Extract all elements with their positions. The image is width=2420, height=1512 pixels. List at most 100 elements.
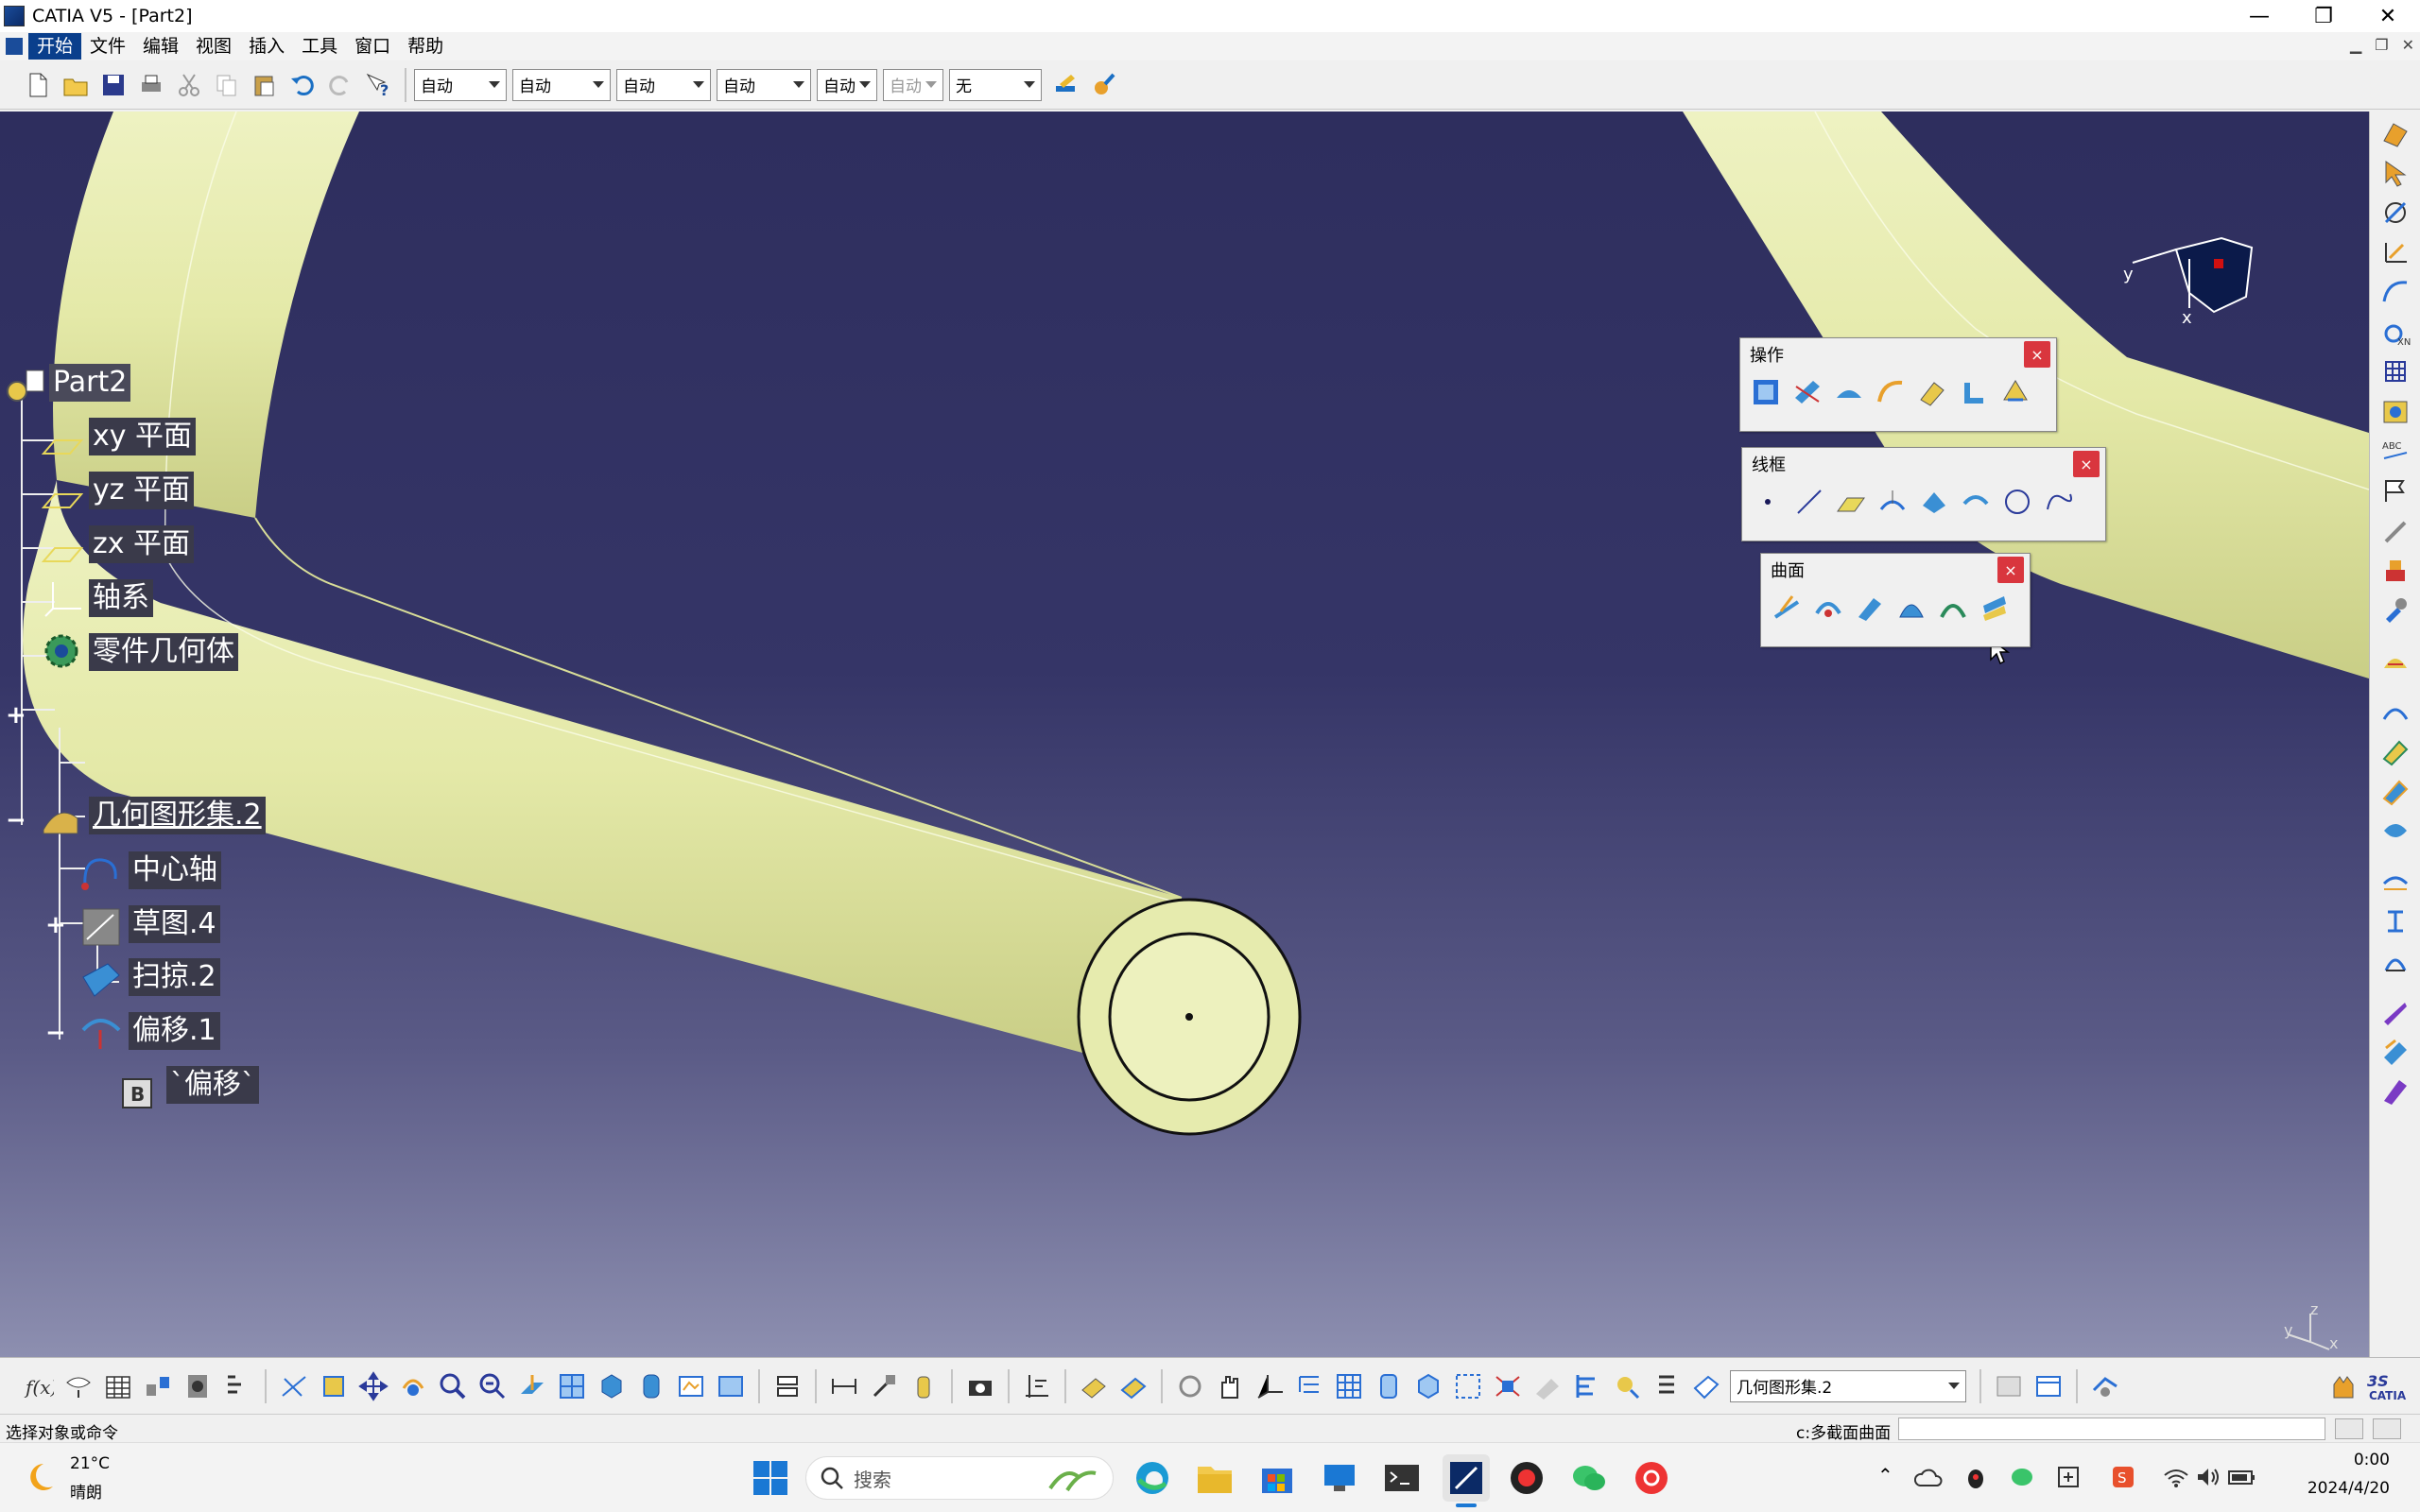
taskbar-search-box[interactable]: 搜索 — [805, 1456, 1114, 1500]
blend-icon[interactable] — [2375, 943, 2416, 979]
normal-view-icon[interactable] — [512, 1366, 552, 1407]
tree-item-center-axis[interactable]: 中心轴 — [129, 851, 221, 889]
part-root-icon[interactable] — [2, 365, 49, 408]
menu-tools[interactable]: 工具 — [293, 33, 346, 60]
remote-desktop-icon[interactable] — [1318, 1456, 1361, 1500]
design-table-icon[interactable] — [98, 1366, 138, 1407]
open-file-icon[interactable] — [57, 66, 95, 104]
spline-icon[interactable] — [2041, 484, 2077, 520]
measure-item-icon[interactable] — [864, 1366, 904, 1407]
cut-icon[interactable] — [170, 66, 208, 104]
sweep-surface-icon[interactable] — [1893, 590, 1929, 626]
input-method-icon[interactable] — [2053, 1462, 2083, 1492]
3d-viewport[interactable]: Part2 xy 平面 yz 平面 zx 平面 + 轴系 零件几何体 − 几何图… — [0, 112, 2369, 1357]
swap-visible-space-icon[interactable] — [711, 1366, 751, 1407]
wechat-icon[interactable] — [1567, 1456, 1611, 1500]
select-arrow-icon[interactable] — [2375, 155, 2416, 191]
terminal-icon[interactable] — [1380, 1456, 1424, 1500]
axis-tool-icon[interactable] — [1017, 1366, 1057, 1407]
multi-view-icon[interactable] — [552, 1366, 592, 1407]
boundary-icon[interactable] — [1873, 374, 1909, 410]
surface-toolbar-panel[interactable]: 曲面 × — [1760, 553, 2031, 647]
extrude-surface-icon[interactable] — [1769, 590, 1805, 626]
operation-toolbar-panel[interactable]: 操作 × — [1739, 337, 2057, 432]
menu-start[interactable]: 开始 — [28, 33, 82, 60]
expand-plus-icon[interactable]: + — [6, 701, 26, 730]
pan-icon[interactable] — [354, 1366, 393, 1407]
snap-icon[interactable] — [1170, 1366, 1210, 1407]
wifi-icon[interactable] — [2161, 1462, 2191, 1492]
status-dialog-icon[interactable] — [2373, 1418, 2401, 1439]
axis-system-tool-icon[interactable] — [2375, 234, 2416, 270]
surface-panel-close-button[interactable]: × — [1997, 557, 2024, 583]
surface-select-icon[interactable] — [1074, 1366, 1114, 1407]
catalog-browser-icon[interactable] — [178, 1366, 217, 1407]
split-icon[interactable] — [1789, 374, 1825, 410]
fit-all-in-icon[interactable] — [314, 1366, 354, 1407]
tree-item-part-body[interactable]: 零件几何体 — [89, 633, 238, 671]
tree-item-yz-plane[interactable]: yz 平面 — [89, 472, 195, 509]
catia-menu-logo-icon[interactable] — [6, 38, 23, 55]
transformation-icon[interactable] — [1997, 374, 2033, 410]
color-combo[interactable]: 自动 — [414, 68, 507, 101]
measure-inertia-icon[interactable] — [904, 1366, 943, 1407]
define-in-work-object-icon[interactable] — [1686, 1366, 1726, 1407]
paste-icon[interactable] — [246, 66, 284, 104]
advanced-surface-icon[interactable] — [2375, 1074, 2416, 1109]
analysis-icon[interactable] — [2375, 643, 2416, 679]
transparency-combo[interactable]: 自动 — [512, 68, 611, 101]
formula-icon[interactable]: f(x) — [19, 1366, 59, 1407]
offset-surface-icon[interactable] — [1852, 590, 1888, 626]
projection-icon[interactable] — [1875, 484, 1910, 520]
fill-surface-icon[interactable] — [1935, 590, 1971, 626]
plane-icon[interactable] — [1833, 484, 1869, 520]
tree-item-offset-1[interactable]: 偏移.1 — [129, 1012, 220, 1050]
copy-icon[interactable] — [208, 66, 246, 104]
redo-icon[interactable] — [321, 66, 359, 104]
volume-icon[interactable] — [2193, 1462, 2223, 1492]
parameters-icon[interactable] — [1647, 1366, 1686, 1407]
intersection-icon[interactable] — [1916, 484, 1952, 520]
flag-note-icon[interactable] — [2375, 472, 2416, 508]
clock-date[interactable]: 2024/4/20 — [2282, 1479, 2390, 1498]
knowledge-icon[interactable] — [2375, 592, 2416, 627]
tree-root-part2[interactable]: Part2 — [49, 364, 131, 402]
format-painter-icon[interactable] — [1047, 66, 1085, 104]
tree-item-sweep-2[interactable]: 扫掠.2 — [129, 958, 220, 996]
grid-tool-icon[interactable] — [2375, 353, 2416, 389]
multi-sections-surface-icon[interactable] — [1977, 590, 2013, 626]
doc-close-icon[interactable]: ✕ — [2402, 36, 2414, 54]
curvature-analysis-icon[interactable] — [2375, 773, 2416, 809]
layer-combo[interactable]: 无 — [949, 68, 1042, 101]
measure-icon[interactable] — [2375, 512, 2416, 548]
capture-camera-icon[interactable] — [960, 1366, 1000, 1407]
reorder-icon[interactable] — [217, 1366, 257, 1407]
fly-mode-icon[interactable] — [274, 1366, 314, 1407]
draft-analysis-icon[interactable] — [2375, 733, 2416, 769]
undo-icon[interactable] — [284, 66, 321, 104]
microsoft-store-icon[interactable] — [1255, 1456, 1299, 1500]
dress-up-icon[interactable] — [2375, 994, 2416, 1030]
surface-analysis-icon[interactable] — [2375, 694, 2416, 730]
extract-icon[interactable] — [1914, 374, 1950, 410]
menu-window[interactable]: 窗口 — [346, 33, 399, 60]
workbench-icon[interactable] — [2375, 115, 2416, 151]
selection-trap-icon[interactable] — [2085, 1366, 2125, 1407]
whats-this-help-icon[interactable]: ? — [359, 66, 397, 104]
catalog-icon[interactable] — [2375, 393, 2416, 429]
collapse-minus-icon[interactable]: − — [45, 1019, 66, 1047]
status-toggle-icon[interactable] — [2335, 1418, 2363, 1439]
collapse-minus-icon[interactable]: − — [6, 806, 26, 834]
connect-checker-icon[interactable] — [2375, 813, 2416, 849]
hide-show-icon[interactable] — [671, 1366, 711, 1407]
new-file-icon[interactable] — [19, 66, 57, 104]
wechat-tray-icon[interactable] — [2008, 1462, 2038, 1492]
edge-browser-icon[interactable] — [1131, 1456, 1174, 1500]
rotate-icon[interactable] — [393, 1366, 433, 1407]
lighting-icon[interactable] — [1607, 1366, 1647, 1407]
print-icon[interactable] — [132, 66, 170, 104]
minimize-button[interactable]: — — [2227, 0, 2291, 32]
menu-file[interactable]: 文件 — [81, 33, 134, 60]
menu-view[interactable]: 视图 — [187, 33, 240, 60]
expand-plus-icon[interactable]: + — [45, 911, 66, 939]
